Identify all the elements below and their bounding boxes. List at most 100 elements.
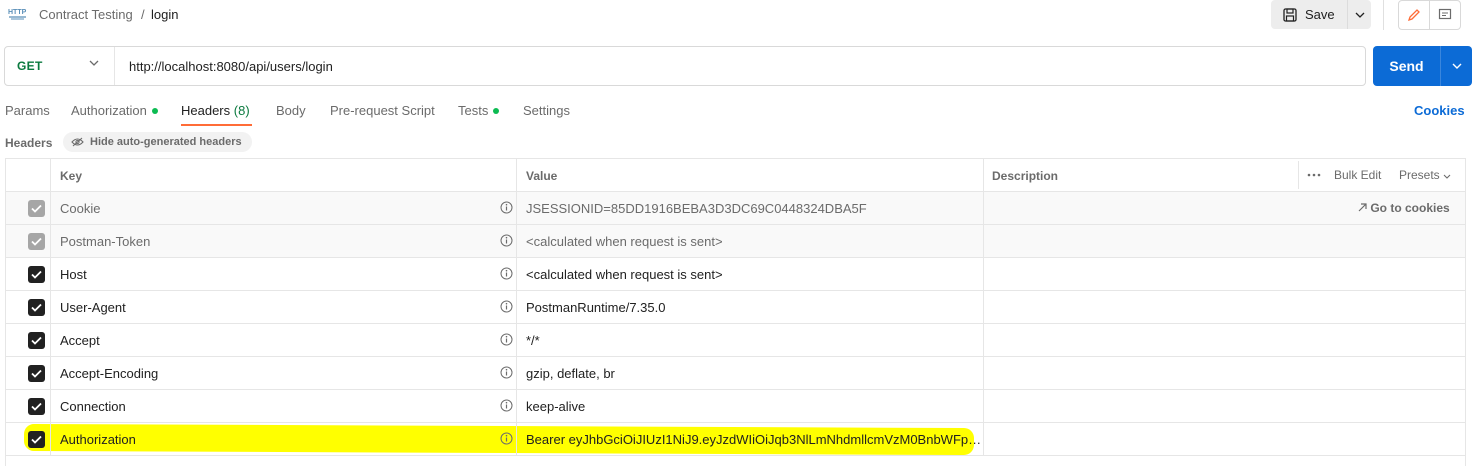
column-divider [516,324,517,356]
status-dot [151,107,158,114]
tab-count: (8) [233,103,250,118]
row-checkbox[interactable] [28,332,45,349]
tab-pre-request-script[interactable]: Pre-request Script [330,103,435,118]
hide-auto-headers-button[interactable]: Hide auto-generated headers [63,132,252,152]
column-header-description: Description [992,169,1059,183]
row-checkbox[interactable] [28,233,45,250]
checkmark-icon [31,435,42,444]
row-checkbox[interactable] [28,299,45,316]
header-key[interactable]: Postman-Token [60,234,150,249]
go-to-cookies-link[interactable]: Go to cookies [1358,201,1450,215]
column-divider [983,357,984,389]
url-bar: GET [4,46,1366,86]
header-value[interactable]: <calculated when request is sent> [526,234,982,249]
header-key[interactable]: Accept [60,333,100,348]
header-value[interactable]: Bearer eyJhbGciOiJIUzI1NiJ9.eyJzdWIiOiJq… [526,432,982,447]
method-label: GET [17,59,43,73]
breadcrumb-request-name[interactable]: login [151,7,178,22]
row-checkbox[interactable] [28,398,45,415]
bulk-edit-button[interactable]: Bulk Edit [1334,168,1381,182]
row-checkbox[interactable] [28,431,45,448]
header-key[interactable]: Cookie [60,201,100,216]
column-divider [983,291,984,323]
row-checkbox[interactable] [28,266,45,283]
header-key[interactable]: Accept-Encoding [60,366,158,381]
column-divider [516,390,517,422]
column-divider [50,258,51,290]
info-icon[interactable] [500,399,513,412]
checkmark-icon [31,270,42,279]
header-key[interactable]: Host [60,267,87,282]
tab-label: Pre-request Script [330,103,435,118]
cookies-link[interactable]: Cookies [1414,103,1465,118]
info-icon[interactable] [500,432,513,445]
edit-button[interactable] [1398,0,1430,30]
checkmark-icon [31,402,42,411]
header-value[interactable]: */* [526,333,982,348]
info-icon-wrapper[interactable] [500,234,513,250]
method-select[interactable]: GET [5,47,113,85]
save-label: Save [1305,7,1335,22]
column-divider [983,258,984,290]
info-icon[interactable] [500,234,513,247]
column-divider [50,291,51,323]
table-row: Host <calculated when request is sent> [6,258,1465,291]
header-key[interactable]: Authorization [60,432,136,447]
tab-body[interactable]: Body [276,103,306,118]
send-options-button[interactable] [1440,46,1472,86]
info-icon[interactable] [500,300,513,313]
info-icon-wrapper[interactable] [500,267,513,283]
breadcrumb-collection[interactable]: Contract Testing [39,7,133,22]
checkmark-icon [31,204,42,213]
info-icon-wrapper[interactable] [500,201,513,217]
column-divider [983,324,984,356]
header-value[interactable]: keep-alive [526,399,982,414]
tab-tests[interactable]: Tests [458,103,500,118]
go-to-cookies-label: Go to cookies [1370,201,1450,215]
column-divider [50,390,51,422]
header-key[interactable]: User-Agent [60,300,126,315]
header-key[interactable]: Connection [60,399,126,414]
header-value[interactable]: PostmanRuntime/7.35.0 [526,300,982,315]
save-options-button[interactable] [1347,0,1371,29]
tab-authorization[interactable]: Authorization [71,103,158,118]
info-icon-wrapper[interactable] [500,432,513,448]
comments-button[interactable] [1429,0,1461,30]
save-button[interactable]: Save [1271,0,1345,29]
headers-table: Key Value Description Bulk Edit Presets … [5,158,1466,466]
column-divider [983,225,984,257]
info-icon-wrapper[interactable] [500,300,513,316]
info-icon-wrapper[interactable] [500,399,513,415]
url-input[interactable] [129,57,1329,75]
info-icon[interactable] [500,201,513,214]
header-value[interactable]: <calculated when request is sent> [526,267,982,282]
checkmark-icon [31,336,42,345]
tab-settings[interactable]: Settings [523,103,570,118]
row-checkbox[interactable] [28,200,45,217]
info-icon-wrapper[interactable] [500,333,513,349]
table-row: Postman-Token <calculated when request is… [6,225,1465,258]
tab-params[interactable]: Params [5,103,50,118]
info-icon[interactable] [500,267,513,280]
tab-label: Headers [181,103,231,118]
request-header-bar: HTTP Contract Testing / login Save [0,0,1474,30]
checkmark-icon [31,369,42,378]
column-divider [983,390,984,422]
send-button[interactable]: Send [1373,46,1440,86]
tab-headers[interactable]: Headers (8) [181,103,250,118]
presets-dropdown[interactable]: Presets [1399,168,1451,182]
info-icon[interactable] [500,366,513,379]
table-row: Connection keep-alive [6,390,1465,423]
column-divider [516,192,517,224]
info-icon[interactable] [500,333,513,346]
info-icon-wrapper[interactable] [500,366,513,382]
row-checkbox[interactable] [28,365,45,382]
table-row: Authorization Bearer eyJhbGciOiJIUzI1NiJ9… [6,423,1465,456]
header-value[interactable]: gzip, deflate, br [526,366,982,381]
tab-label: Authorization [71,103,147,118]
header-value[interactable]: JSESSIONID=85DD1916BEBA3D3DC69C0448324DB… [526,201,982,216]
column-divider [983,159,984,191]
column-divider [516,291,517,323]
more-options-icon[interactable] [1307,173,1321,177]
chevron-down-icon [89,60,99,66]
